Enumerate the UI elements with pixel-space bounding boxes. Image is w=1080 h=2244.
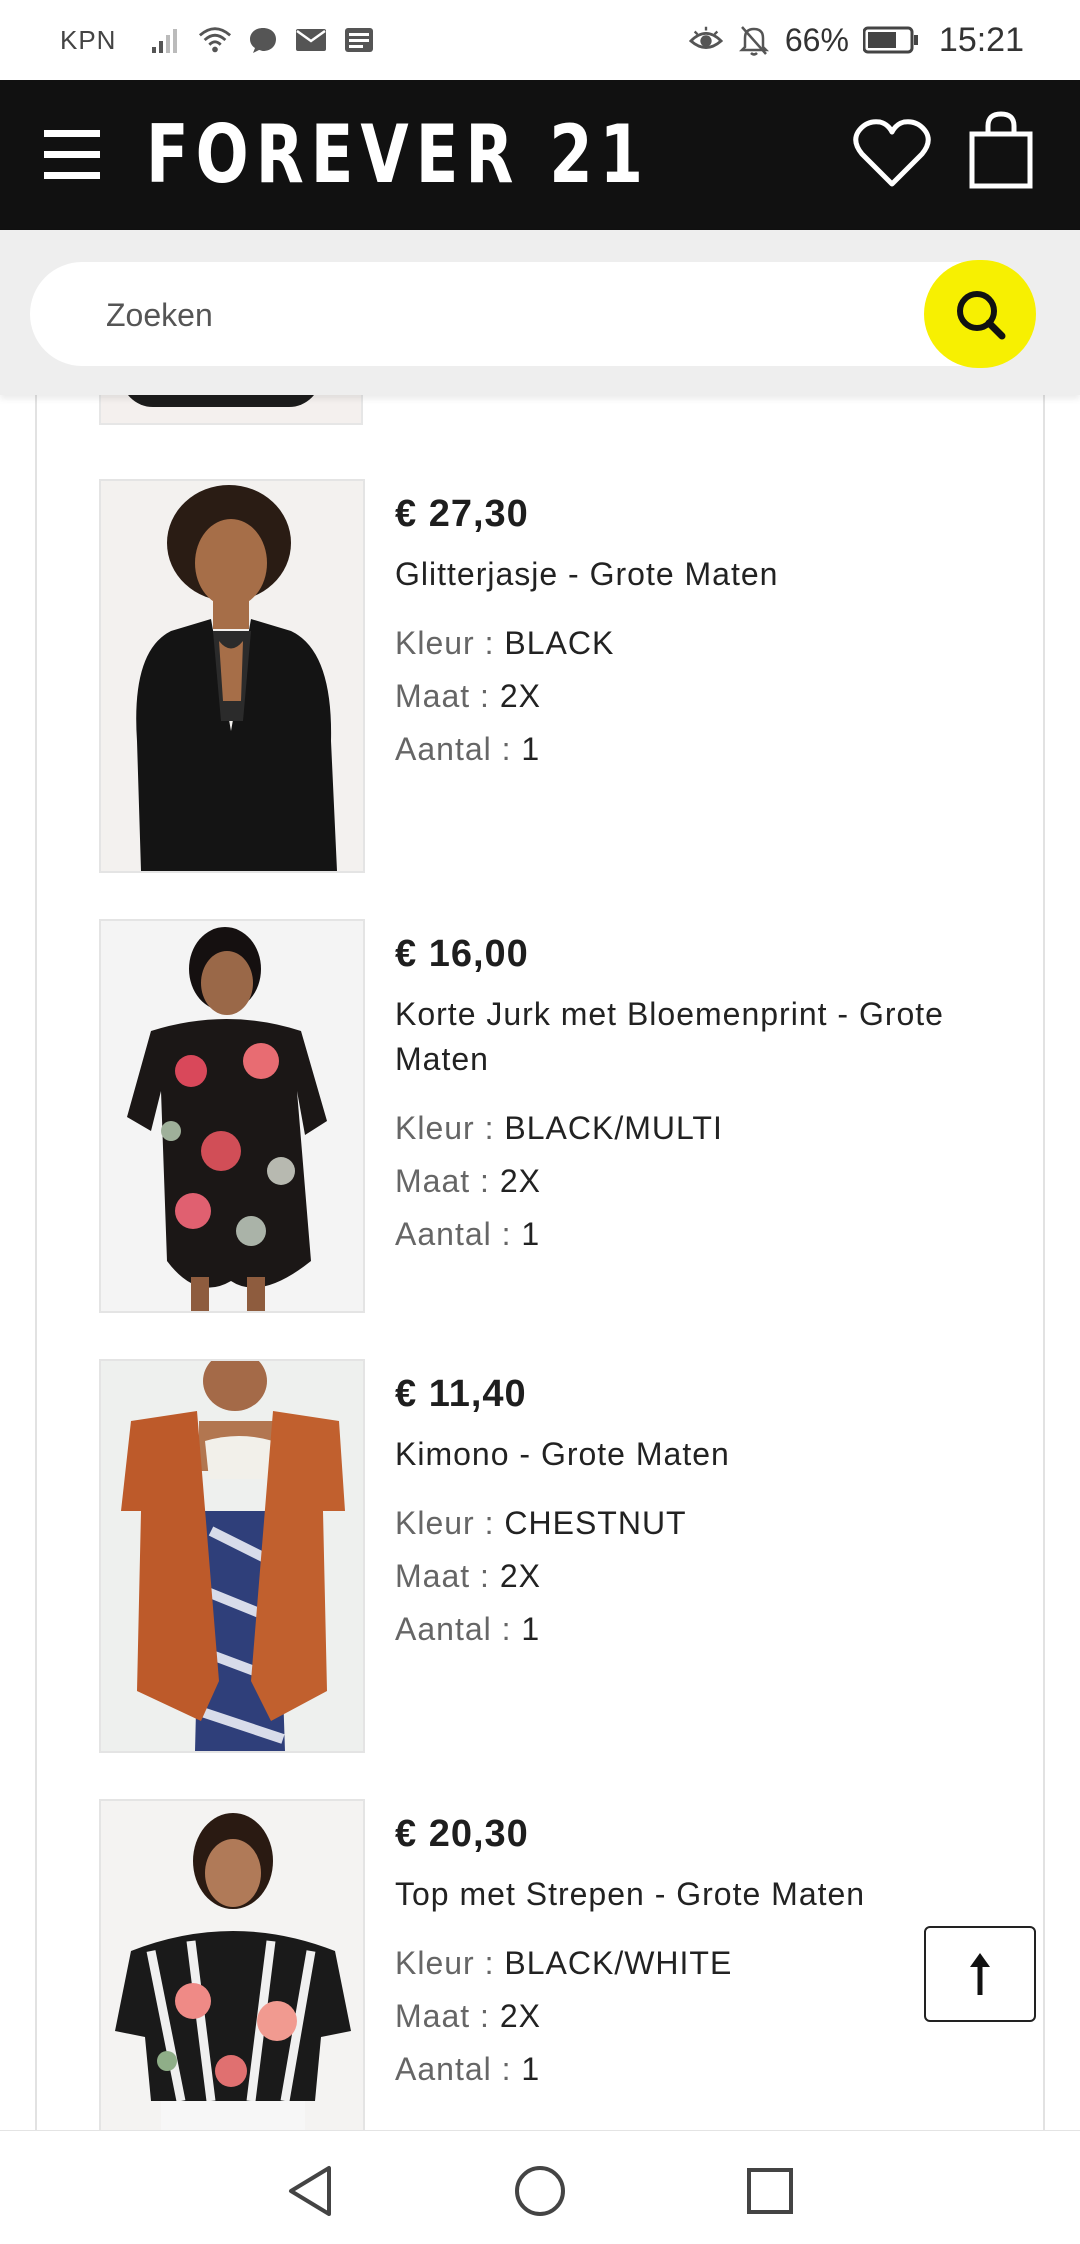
back-to-top-button[interactable]	[924, 1926, 1036, 2022]
wifi-icon	[198, 23, 232, 57]
product-price: € 16,00	[395, 933, 529, 975]
size-value: 2X	[499, 1998, 541, 2034]
color-row: Kleur : CHESTNUT	[395, 1497, 995, 1550]
quantity-row: Aantal : 1	[395, 1603, 995, 1656]
search-input[interactable]	[104, 262, 888, 368]
color-row: Kleur : BLACK/MULTI	[395, 1102, 995, 1155]
product-photo	[101, 1801, 363, 2130]
color-label: Kleur :	[395, 625, 505, 661]
product-info: € 11,40 Kimono - Grote Maten Kleur : CHE…	[395, 1369, 995, 1656]
product-price: € 20,30	[395, 1813, 529, 1855]
color-row: Kleur : BLACK	[395, 617, 995, 670]
system-nav-bar	[0, 2130, 1080, 2244]
square-recent-icon	[747, 2168, 793, 2214]
quantity-label: Aantal :	[395, 2051, 522, 2087]
product-photo	[101, 921, 363, 1311]
battery-percentage: 66%	[784, 21, 849, 58]
product-attributes: Kleur : BLACK/MULTI Maat : 2X Aantal : 1	[395, 1102, 995, 1261]
color-label: Kleur :	[395, 1505, 505, 1541]
product-name[interactable]: Top met Strepen - Grote Maten	[395, 1872, 995, 1917]
product-name[interactable]: Korte Jurk met Bloemenprint - Grote Mate…	[395, 992, 995, 1082]
quantity-value: 1	[521, 1216, 541, 1252]
brand-logo[interactable]: FOREVER 21	[146, 108, 650, 201]
screen: KPN 66% 15:21 FOREVER 21 Zoeken € 27,30 …	[0, 0, 1080, 2244]
size-label: Maat :	[395, 1163, 500, 1199]
product-image[interactable]	[99, 919, 365, 1313]
quantity-value: 1	[521, 731, 541, 767]
product-price: € 27,30	[395, 493, 529, 535]
color-value: BLACK/MULTI	[504, 1110, 723, 1146]
size-value: 2X	[499, 1558, 541, 1594]
search-area	[0, 230, 1080, 395]
news-icon	[342, 23, 376, 57]
size-row: Maat : 2X	[395, 1155, 995, 1208]
signal-icon	[150, 23, 184, 57]
product-info: € 16,00 Korte Jurk met Bloemenprint - Gr…	[395, 929, 995, 1261]
quantity-label: Aantal :	[395, 1611, 522, 1647]
nav-recent-button[interactable]	[740, 2161, 800, 2221]
partial-product-image[interactable]	[99, 395, 363, 425]
quantity-value: 1	[521, 2051, 541, 2087]
size-label: Maat :	[395, 1998, 500, 2034]
color-value: CHESTNUT	[504, 1505, 687, 1541]
clock: 15:21	[938, 20, 1024, 59]
product-price: € 11,40	[395, 1373, 527, 1415]
size-label: Maat :	[395, 678, 500, 714]
size-value: 2X	[499, 1163, 541, 1199]
search-icon	[957, 291, 1006, 340]
battery-icon	[862, 23, 919, 57]
product-name[interactable]: Kimono - Grote Maten	[395, 1432, 995, 1477]
product-attributes: Kleur : BLACK/WHITE Maat : 2X Aantal : 1	[395, 1937, 995, 2096]
wishlist-button[interactable]	[852, 114, 932, 194]
eye-icon	[688, 23, 723, 57]
arrow-up-icon	[970, 1953, 990, 1995]
size-row: Maat : 2X	[395, 670, 995, 723]
product-info: € 20,30 Top met Strepen - Grote Maten Kl…	[395, 1809, 995, 2096]
quantity-label: Aantal :	[395, 731, 522, 767]
mail-icon	[294, 23, 328, 57]
bell-off-icon	[737, 23, 771, 57]
menu-button[interactable]	[44, 130, 100, 180]
product-attributes: Kleur : BLACK Maat : 2X Aantal : 1	[395, 617, 995, 776]
product-image[interactable]	[99, 1359, 365, 1753]
status-left: KPN	[60, 23, 376, 57]
search-box	[30, 260, 1036, 368]
quantity-value: 1	[521, 1611, 541, 1647]
size-row: Maat : 2X	[395, 1990, 995, 2043]
color-value: BLACK	[504, 625, 615, 661]
product-name[interactable]: Glitterjasje - Grote Maten	[395, 552, 995, 597]
cart-product-list: € 27,30 Glitterjasje - Grote Maten Kleur…	[35, 395, 1045, 2130]
quantity-row: Aantal : 1	[395, 1208, 995, 1261]
size-label: Maat :	[395, 1558, 500, 1594]
product-image[interactable]	[99, 479, 365, 873]
circle-home-icon	[515, 2166, 565, 2216]
product-image[interactable]	[99, 1799, 365, 2130]
color-value: BLACK/WHITE	[504, 1945, 733, 1981]
product-photo	[101, 1361, 363, 1751]
status-bar: KPN 66% 15:21	[0, 0, 1080, 80]
heart-icon	[853, 119, 931, 187]
chat-bubble-icon	[246, 23, 280, 57]
color-row: Kleur : BLACK/WHITE	[395, 1937, 995, 1990]
quantity-row: Aantal : 1	[395, 723, 995, 776]
nav-back-button[interactable]	[280, 2161, 340, 2221]
nav-home-button[interactable]	[510, 2161, 570, 2221]
shopping-bag-icon	[969, 111, 1033, 189]
quantity-row: Aantal : 1	[395, 2043, 995, 2096]
product-photo	[101, 481, 363, 871]
quantity-label: Aantal :	[395, 1216, 522, 1252]
carrier-label: KPN	[60, 24, 117, 55]
color-label: Kleur :	[395, 1110, 505, 1146]
search-button[interactable]	[924, 260, 1036, 368]
product-attributes: Kleur : CHESTNUT Maat : 2X Aantal : 1	[395, 1497, 995, 1656]
product-info: € 27,30 Glitterjasje - Grote Maten Kleur…	[395, 489, 995, 776]
status-right: 66% 15:21	[688, 20, 1024, 60]
app-header: FOREVER 21	[0, 80, 1080, 230]
triangle-back-icon	[289, 2166, 331, 2216]
size-value: 2X	[499, 678, 541, 714]
size-row: Maat : 2X	[395, 1550, 995, 1603]
bag-button[interactable]	[966, 110, 1036, 192]
hamburger-icon	[44, 130, 100, 137]
color-label: Kleur :	[395, 1945, 505, 1981]
